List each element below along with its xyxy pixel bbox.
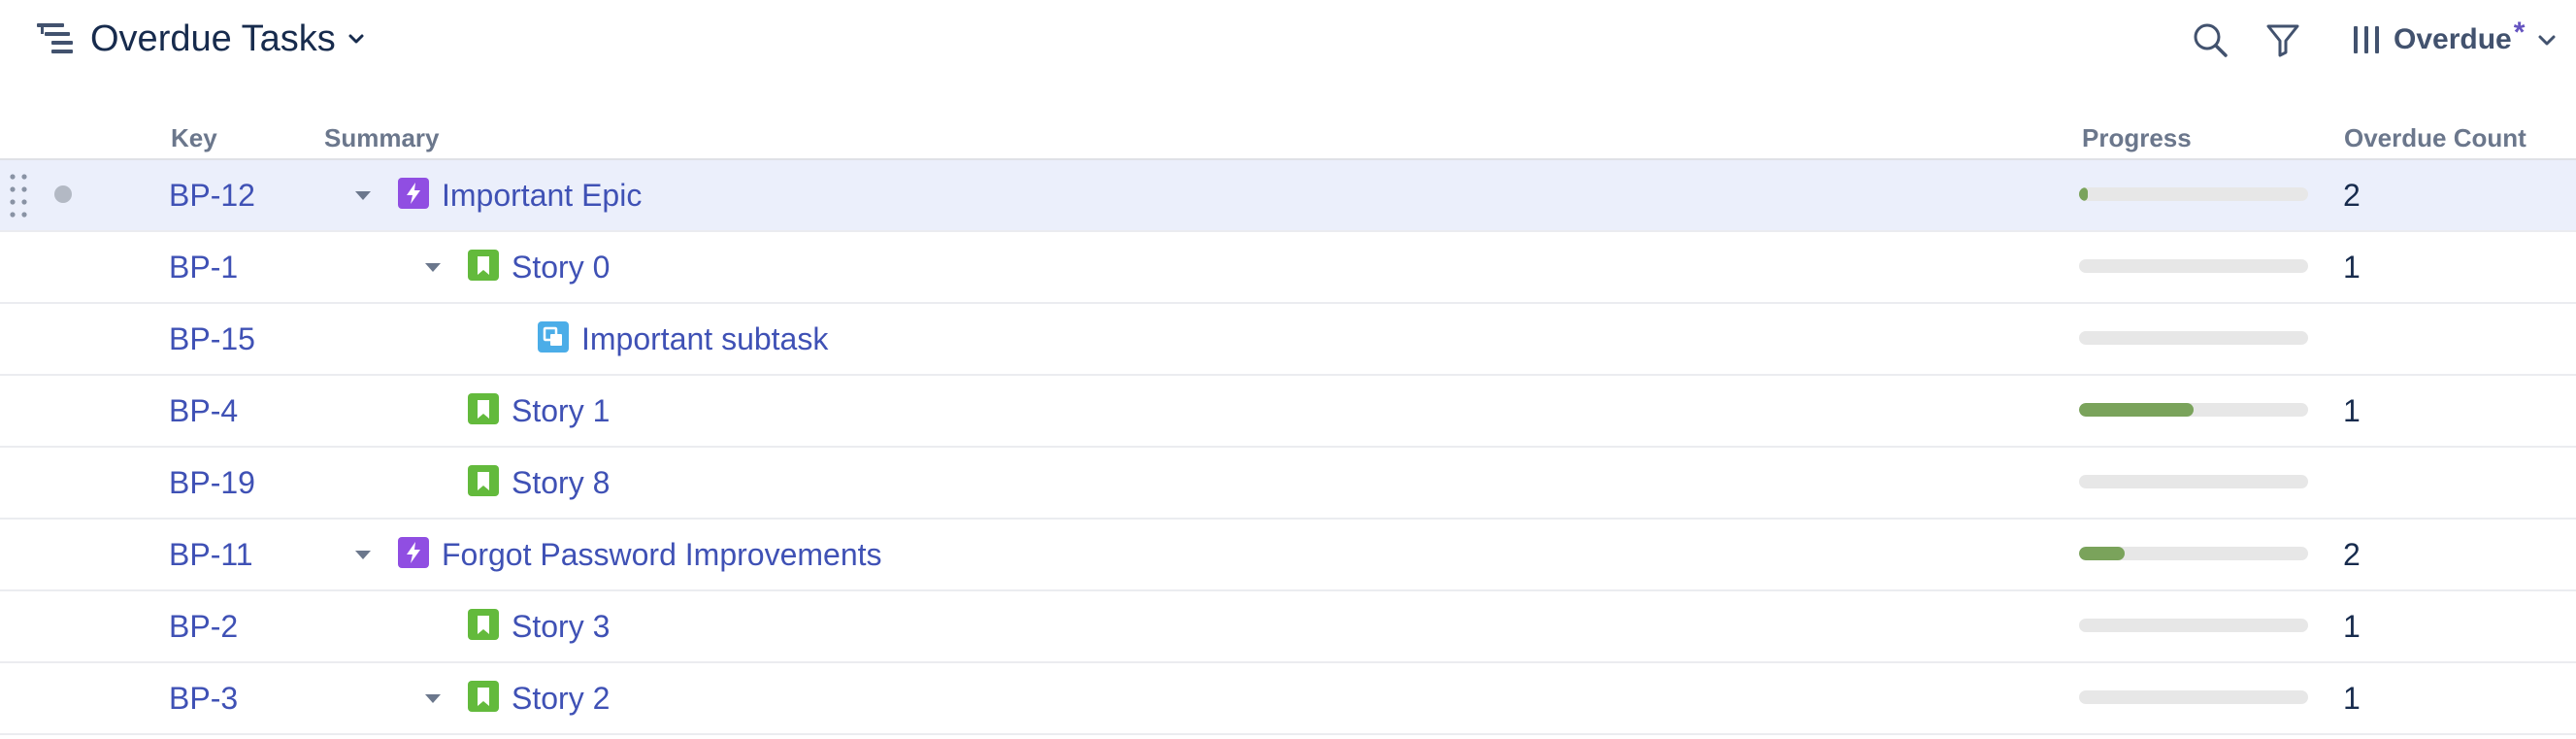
issue-key-link[interactable]: BP-15 <box>169 319 255 358</box>
issue-summary-link[interactable]: Story 8 <box>512 463 610 502</box>
issue-summary-link[interactable]: Story 0 <box>512 248 610 286</box>
view-modified-marker: * <box>2513 17 2526 49</box>
issue-key-link[interactable]: BP-12 <box>169 176 255 215</box>
overdue-count-value: 2 <box>2343 537 2361 572</box>
issue-summary-link[interactable]: Important subtask <box>581 319 828 358</box>
column-header-progress[interactable]: Progress <box>2082 120 2192 155</box>
progress-bar <box>2079 403 2308 417</box>
hierarchy-list-icon <box>37 23 73 53</box>
overdue-count-value: 1 <box>2343 393 2361 428</box>
caret-down-icon[interactable] <box>421 255 445 279</box>
table-row[interactable]: BP-4 Story 1 1 <box>0 376 2576 448</box>
story-icon <box>468 393 499 424</box>
progress-bar <box>2079 475 2308 488</box>
overdue-count-value: 1 <box>2343 681 2361 716</box>
table-row[interactable]: BP-1 Story 0 1 <box>0 232 2576 304</box>
issue-key-link[interactable]: BP-2 <box>169 607 238 646</box>
issue-key-link[interactable]: BP-3 <box>169 679 238 718</box>
progress-bar-fill <box>2079 403 2194 417</box>
table-row[interactable]: BP-2 Story 3 1 <box>0 591 2576 663</box>
column-header-key[interactable]: Key <box>171 120 217 155</box>
subtask-icon <box>538 321 569 353</box>
view-selector-button[interactable]: Overdue * <box>2351 16 2558 64</box>
issue-summary-link[interactable]: Story 2 <box>512 679 610 718</box>
chevron-down-icon <box>2538 35 2556 46</box>
issue-summary-link[interactable]: Story 1 <box>512 391 610 430</box>
column-header-summary[interactable]: Summary <box>324 120 440 155</box>
issue-summary-link[interactable]: Story 3 <box>512 607 610 646</box>
overdue-count-value: 1 <box>2343 609 2361 644</box>
page-title[interactable]: Overdue Tasks <box>90 16 336 62</box>
overdue-count-value: 2 <box>2343 178 2361 213</box>
caret-down-icon[interactable] <box>351 184 375 207</box>
view-label: Overdue <box>2394 23 2512 55</box>
chevron-down-icon[interactable] <box>347 29 366 49</box>
table-row[interactable]: BP-3 Story 2 1 <box>0 663 2576 735</box>
progress-bar <box>2079 690 2308 704</box>
caret-down-icon[interactable] <box>421 687 445 710</box>
story-icon <box>468 609 499 640</box>
row-status-dot <box>54 185 72 203</box>
toolbar: Overdue Tasks Overdue * <box>0 0 2576 78</box>
search-icon[interactable] <box>2190 19 2230 60</box>
story-icon <box>468 681 499 712</box>
issue-summary-link[interactable]: Forgot Password Improvements <box>442 535 882 574</box>
progress-bar-fill <box>2079 187 2089 201</box>
issue-summary-link[interactable]: Important Epic <box>442 176 642 215</box>
filter-icon[interactable] <box>2263 19 2302 60</box>
columns-icon <box>2354 26 2379 53</box>
table-row[interactable]: BP-15 Important subtask <box>0 304 2576 376</box>
issue-key-link[interactable]: BP-19 <box>169 463 255 502</box>
caret-down-icon[interactable] <box>351 543 375 566</box>
epic-icon <box>398 537 429 568</box>
table-row[interactable]: BP-11 Forgot Password Improvements 2 <box>0 520 2576 591</box>
epic-icon <box>398 178 429 209</box>
table-row[interactable]: BP-19 Story 8 <box>0 448 2576 520</box>
progress-bar <box>2079 259 2308 273</box>
story-icon <box>468 250 499 281</box>
drag-handle-icon[interactable] <box>9 170 28 222</box>
progress-bar <box>2079 331 2308 345</box>
column-header-overdue-count[interactable]: Overdue Count <box>2344 120 2526 155</box>
overdue-count-value: 1 <box>2343 250 2361 285</box>
progress-bar <box>2079 187 2308 201</box>
table-row[interactable]: BP-12 Important Epic 2 <box>0 160 2576 232</box>
progress-bar-fill <box>2079 547 2126 560</box>
story-icon <box>468 465 499 496</box>
issue-key-link[interactable]: BP-1 <box>169 248 238 286</box>
issue-key-link[interactable]: BP-4 <box>169 391 238 430</box>
task-table: BP-12 Important Epic 2 BP-1 Story 0 1 BP-15 Imp… <box>0 160 2576 735</box>
progress-bar <box>2079 619 2308 632</box>
progress-bar <box>2079 547 2308 560</box>
issue-key-link[interactable]: BP-11 <box>169 535 253 574</box>
